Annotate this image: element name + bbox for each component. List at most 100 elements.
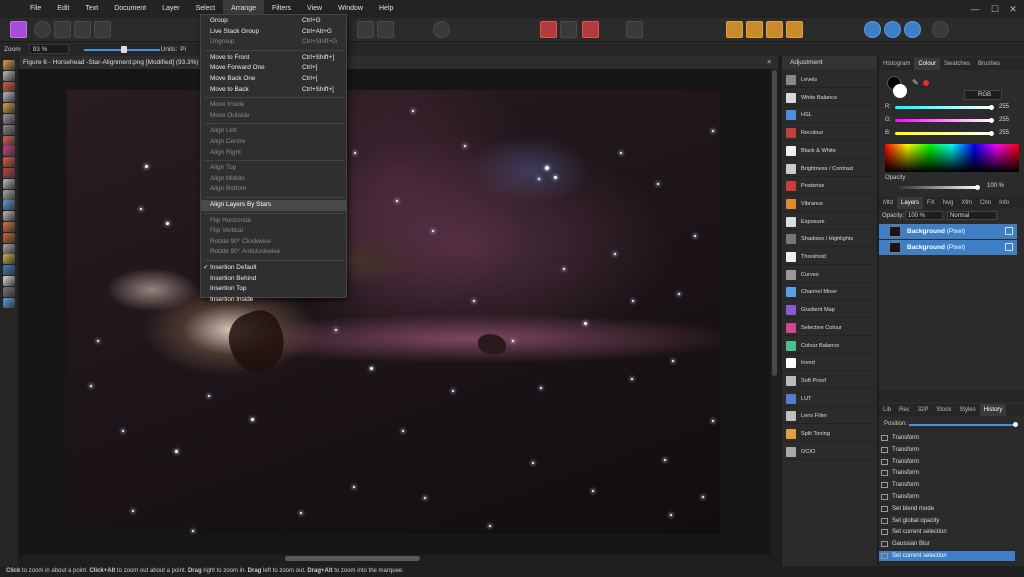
menu-item-rotate-90-anticlockwise[interactable]: Rotate 90° Anticlockwise [201, 247, 346, 258]
adjustment-vibrance[interactable]: Vibrance [784, 196, 876, 212]
view-mode-icon[interactable] [864, 21, 881, 38]
tool-icon[interactable] [3, 81, 15, 92]
move-back-icon[interactable] [766, 21, 783, 38]
menu-item-align-bottom[interactable]: Align Bottom [201, 184, 346, 195]
canvas[interactable] [19, 69, 770, 555]
menu-item-align-middle[interactable]: Align Middle [201, 174, 346, 185]
menu-item-flip-vertical[interactable]: Flip Vertical [201, 226, 346, 237]
history-position-slider[interactable] [909, 424, 1015, 426]
tab-brushes[interactable]: Brushes [974, 58, 1004, 70]
adjustment-channel-mixer[interactable]: Channel Mixer [784, 284, 876, 301]
tone-mapping-persona-icon[interactable] [74, 21, 91, 38]
menu-item-flip-horizontal[interactable]: Flip Horizontal [201, 216, 346, 227]
adjustment-lut[interactable]: LUT [784, 391, 876, 407]
tool-icon[interactable] [3, 114, 15, 124]
history-item[interactable]: Set blend mode [879, 504, 1015, 515]
tool-icon[interactable] [3, 297, 15, 308]
tab-stock[interactable]: Stock [932, 404, 955, 416]
zoom-slider-knob[interactable] [121, 46, 127, 53]
adjustment-ocio[interactable]: OCIO [784, 444, 876, 460]
tab-nvg[interactable]: Nvg [939, 197, 958, 209]
menu-item-move-back-one[interactable]: Move Back One Ctrl+[ [201, 74, 346, 85]
move-to-front-icon[interactable] [726, 21, 743, 38]
adjustment-levels[interactable]: Levels [784, 72, 876, 88]
menu-item-insertion-behind[interactable]: Insertion Behind [201, 274, 346, 285]
assistant-icon[interactable] [433, 21, 450, 38]
tab-lib[interactable]: Lib [879, 404, 895, 416]
tool-icon[interactable] [3, 60, 15, 70]
adjustment-split-toning[interactable]: Split Toning [784, 426, 876, 442]
tool-icon[interactable] [3, 222, 15, 232]
r-value[interactable]: 255 [999, 104, 1009, 110]
adjustment-selective-colour[interactable]: Selective Colour [784, 320, 876, 336]
b-slider[interactable] [895, 132, 993, 135]
tool-icon[interactable] [3, 211, 15, 222]
tool-icon[interactable] [3, 146, 15, 157]
menu-item-insertion-top[interactable]: Insertion Top [201, 284, 346, 295]
menu-item-align-right[interactable]: Align Right [201, 148, 346, 159]
export-persona-icon[interactable] [94, 21, 111, 38]
g-value[interactable]: 255 [999, 117, 1009, 123]
quick-mask-icon[interactable] [626, 21, 643, 38]
adjustment-soft-proof[interactable]: Soft Proof [784, 373, 876, 389]
history-item[interactable]: Gaussian Blur [879, 539, 1015, 551]
history-item[interactable]: Transform [879, 480, 1015, 492]
tab-chn[interactable]: Chn [976, 197, 995, 209]
tool-icon[interactable] [3, 276, 15, 286]
tool-icon[interactable] [3, 124, 15, 135]
zoom-field[interactable]: 93 % [28, 44, 69, 54]
tab-mtd[interactable]: Mtd [879, 197, 897, 209]
primary-colour-swatch[interactable] [893, 84, 907, 98]
tool-icon[interactable] [3, 200, 15, 211]
adjustment-lens-filter[interactable]: Lens Filter [784, 408, 876, 425]
menu-item-insertion-inside[interactable]: Insertion Inside [201, 295, 346, 306]
tool-icon[interactable] [3, 103, 15, 114]
adjustment-exposure[interactable]: Exposure [784, 214, 876, 230]
arrange-icon[interactable] [560, 21, 577, 38]
menu-item-align-top[interactable]: Align Top [201, 163, 346, 174]
minimize-icon[interactable]: — [966, 0, 984, 18]
marquee-icon[interactable] [357, 21, 374, 38]
layer-opacity-field[interactable]: 100 % [905, 211, 943, 220]
layer-row[interactable]: Background (Pixel) [879, 224, 1017, 239]
history-item[interactable]: Transform [879, 468, 1015, 480]
tab-layers[interactable]: Layers [897, 197, 924, 209]
history-item[interactable]: Transform [879, 457, 1015, 468]
history-item[interactable]: Set current selection [879, 551, 1015, 562]
tool-icon[interactable] [3, 286, 15, 297]
adjustment-invert[interactable]: Invert [784, 355, 876, 372]
tool-icon[interactable] [3, 254, 15, 265]
tool-icon[interactable] [3, 243, 15, 254]
adjustment-white-balance[interactable]: White Balance [784, 90, 876, 106]
layer-row[interactable]: Background (Pixel) [879, 240, 1017, 255]
menu-file[interactable]: File [22, 0, 49, 18]
tool-icon[interactable] [3, 157, 15, 168]
photo-persona-icon[interactable] [10, 21, 27, 38]
colour-dot-icon[interactable] [923, 80, 929, 86]
menu-help[interactable]: Help [371, 0, 401, 18]
menu-item-align-centre[interactable]: Align Centre [201, 137, 346, 148]
tool-icon[interactable] [3, 265, 15, 276]
tab-rec[interactable]: Rec [895, 404, 914, 416]
adjustment-curves[interactable]: Curves [784, 267, 876, 283]
colour-opacity-value[interactable]: 100 % [987, 183, 1004, 189]
menu-item-group[interactable]: Group Ctrl+G [201, 16, 346, 27]
g-slider[interactable] [895, 119, 993, 122]
menu-item-insertion-default[interactable]: ✓ Insertion Default [201, 263, 346, 274]
history-item[interactable]: Transform [879, 433, 1015, 444]
colour-spectrum[interactable] [885, 144, 1019, 172]
tab-styles[interactable]: Styles [955, 404, 979, 416]
adjustment-threshold[interactable]: Threshold [784, 249, 876, 265]
tool-icon[interactable] [3, 232, 15, 243]
menu-item-move-to-front[interactable]: Move to Front Ctrl+Shift+] [201, 53, 346, 64]
tool-icon[interactable] [3, 189, 15, 200]
tool-icon[interactable] [3, 70, 15, 81]
menu-item-align-layers-by-stars[interactable]: Align Layers By Stars [201, 200, 346, 211]
liquify-persona-icon[interactable] [34, 21, 51, 38]
adjustment-black-white[interactable]: Black & White [784, 143, 876, 159]
g-slider-knob[interactable] [989, 118, 994, 123]
colour-opacity-slider[interactable] [899, 186, 979, 189]
tab-history[interactable]: History [979, 404, 1007, 416]
adjustment-shadows-highlights[interactable]: Shadows / Highlights [784, 231, 876, 248]
menu-item-align-left[interactable]: Align Left [201, 126, 346, 137]
